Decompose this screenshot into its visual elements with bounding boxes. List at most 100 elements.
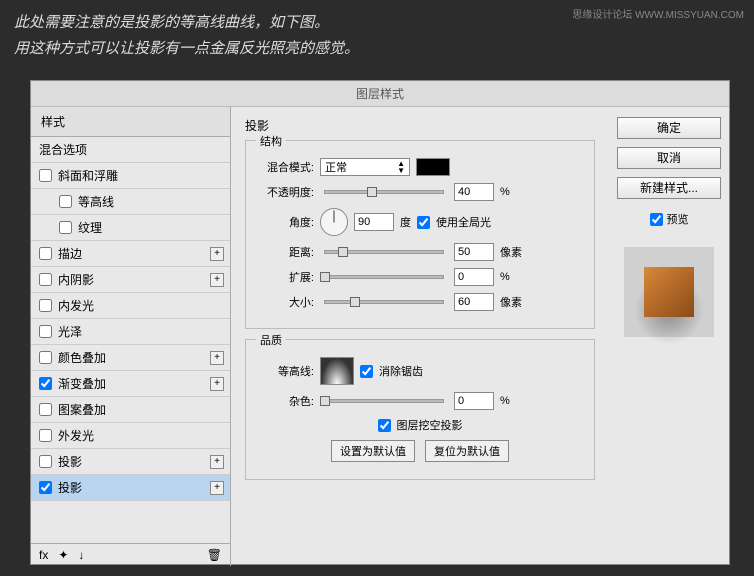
add-effect-button[interactable]: + — [210, 247, 224, 261]
blend-mode-select[interactable]: 正常 ▲▼ — [320, 158, 410, 176]
style-item[interactable]: 渐变叠加 + — [31, 371, 230, 397]
size-input[interactable] — [454, 293, 494, 311]
reset-default-button[interactable]: 复位为默认值 — [425, 440, 509, 462]
style-item[interactable]: 描边 + — [31, 241, 230, 267]
spread-label: 扩展: — [258, 269, 314, 285]
section-title: 投影 — [245, 117, 595, 134]
spread-input[interactable] — [454, 268, 494, 286]
angle-input[interactable] — [354, 213, 394, 231]
style-label: 投影 — [58, 479, 82, 496]
quality-group: 品质 等高线: 消除锯齿 杂色: % 图层挖空投影 — [245, 339, 595, 480]
style-item[interactable]: 图案叠加 — [31, 397, 230, 423]
angle-dial[interactable] — [320, 208, 348, 236]
preview-checkbox[interactable] — [650, 213, 663, 226]
angle-unit: 度 — [400, 214, 411, 230]
knockout-checkbox[interactable] — [378, 419, 391, 432]
style-checkbox[interactable] — [39, 377, 52, 390]
style-checkbox[interactable] — [39, 169, 52, 182]
styles-panel: 样式 混合选项 斜面和浮雕等高线纹理描边+内阴影+内发光光泽颜色叠加+渐变叠加+… — [31, 107, 231, 566]
blend-mode-value: 正常 — [325, 159, 347, 175]
size-slider[interactable] — [324, 300, 444, 304]
style-label: 等高线 — [78, 193, 114, 210]
trash-icon[interactable]: 🗑 — [207, 548, 222, 562]
style-label: 光泽 — [58, 323, 82, 340]
style-label: 斜面和浮雕 — [58, 167, 118, 184]
distance-slider[interactable] — [324, 250, 444, 254]
blend-options-item[interactable]: 混合选项 — [31, 137, 230, 163]
preview-box — [624, 247, 714, 337]
style-item[interactable]: 内发光 — [31, 293, 230, 319]
add-effect-button[interactable]: + — [210, 273, 224, 287]
new-style-button[interactable]: 新建样式... — [617, 177, 721, 199]
style-checkbox[interactable] — [39, 351, 52, 364]
style-label: 纹理 — [78, 219, 102, 236]
style-item[interactable]: 颜色叠加+ — [31, 345, 230, 371]
add-effect-button[interactable]: + — [210, 455, 224, 469]
shadow-color-swatch[interactable] — [416, 158, 450, 176]
add-effect-button[interactable]: + — [210, 481, 224, 495]
quality-label: 品质 — [256, 332, 286, 348]
watermark: 思缘设计论坛 WWW.MISSYUAN.COM — [572, 6, 744, 21]
structure-label: 结构 — [256, 133, 286, 149]
style-checkbox[interactable] — [39, 299, 52, 312]
style-item[interactable]: 投影 + — [31, 449, 230, 475]
arrow-down-icon[interactable]: ↓ — [78, 548, 84, 562]
style-checkbox[interactable] — [39, 325, 52, 338]
size-unit: 像素 — [500, 294, 522, 310]
contour-label: 等高线: — [258, 363, 314, 379]
percent-unit: % — [500, 186, 510, 198]
style-checkbox[interactable] — [59, 221, 72, 234]
add-effect-button[interactable]: + — [210, 351, 224, 365]
layer-style-dialog: 图层样式 样式 混合选项 斜面和浮雕等高线纹理描边+内阴影+内发光光泽颜色叠加+… — [30, 80, 730, 565]
style-checkbox[interactable] — [59, 195, 72, 208]
style-item[interactable]: 光泽 — [31, 319, 230, 345]
style-label: 图案叠加 — [58, 401, 106, 418]
arrow-up-icon[interactable]: ✦ — [58, 548, 68, 562]
style-label: 外发光 — [58, 427, 94, 444]
noise-input[interactable] — [454, 392, 494, 410]
spread-slider[interactable] — [324, 275, 444, 279]
percent-unit: % — [500, 271, 510, 283]
styles-footer: fx ✦ ↓ 🗑 — [31, 543, 230, 566]
set-default-button[interactable]: 设置为默认值 — [331, 440, 415, 462]
style-checkbox[interactable] — [39, 481, 52, 494]
style-label: 内发光 — [58, 297, 94, 314]
opacity-slider[interactable] — [324, 190, 444, 194]
caption-line2: 用这种方式可以让投影有一点金属反光照亮的感觉。 — [14, 36, 740, 62]
style-label: 投影 — [58, 453, 82, 470]
dialog-content: 样式 混合选项 斜面和浮雕等高线纹理描边+内阴影+内发光光泽颜色叠加+渐变叠加+… — [31, 107, 729, 566]
structure-group: 结构 混合模式: 正常 ▲▼ 不透明度: % 角度: — [245, 140, 595, 329]
angle-label: 角度: — [258, 214, 314, 230]
ok-button[interactable]: 确定 — [617, 117, 721, 139]
style-item[interactable]: 等高线 — [31, 189, 230, 215]
style-item[interactable]: 投影 + — [31, 475, 230, 501]
noise-slider[interactable] — [324, 399, 444, 403]
style-checkbox[interactable] — [39, 429, 52, 442]
global-light-checkbox[interactable] — [417, 216, 430, 229]
size-label: 大小: — [258, 294, 314, 310]
style-checkbox[interactable] — [39, 403, 52, 416]
add-effect-button[interactable]: + — [210, 377, 224, 391]
buttons-panel: 确定 取消 新建样式... 预览 — [609, 107, 729, 566]
opacity-input[interactable] — [454, 183, 494, 201]
styles-header[interactable]: 样式 — [31, 107, 230, 137]
fx-icon[interactable]: fx — [39, 548, 48, 562]
style-list: 斜面和浮雕等高线纹理描边+内阴影+内发光光泽颜色叠加+渐变叠加+图案叠加外发光投… — [31, 163, 230, 543]
style-item[interactable]: 外发光 — [31, 423, 230, 449]
style-label: 描边 — [58, 245, 82, 262]
style-label: 渐变叠加 — [58, 375, 106, 392]
opacity-label: 不透明度: — [258, 184, 314, 200]
style-checkbox[interactable] — [39, 455, 52, 468]
dialog-title: 图层样式 — [31, 81, 729, 107]
distance-input[interactable] — [454, 243, 494, 261]
style-checkbox[interactable] — [39, 247, 52, 260]
distance-label: 距离: — [258, 244, 314, 260]
style-item[interactable]: 斜面和浮雕 — [31, 163, 230, 189]
contour-picker[interactable] — [320, 357, 354, 385]
antialias-checkbox[interactable] — [360, 365, 373, 378]
style-item[interactable]: 纹理 — [31, 215, 230, 241]
cancel-button[interactable]: 取消 — [617, 147, 721, 169]
style-item[interactable]: 内阴影+ — [31, 267, 230, 293]
style-checkbox[interactable] — [39, 273, 52, 286]
distance-unit: 像素 — [500, 244, 522, 260]
